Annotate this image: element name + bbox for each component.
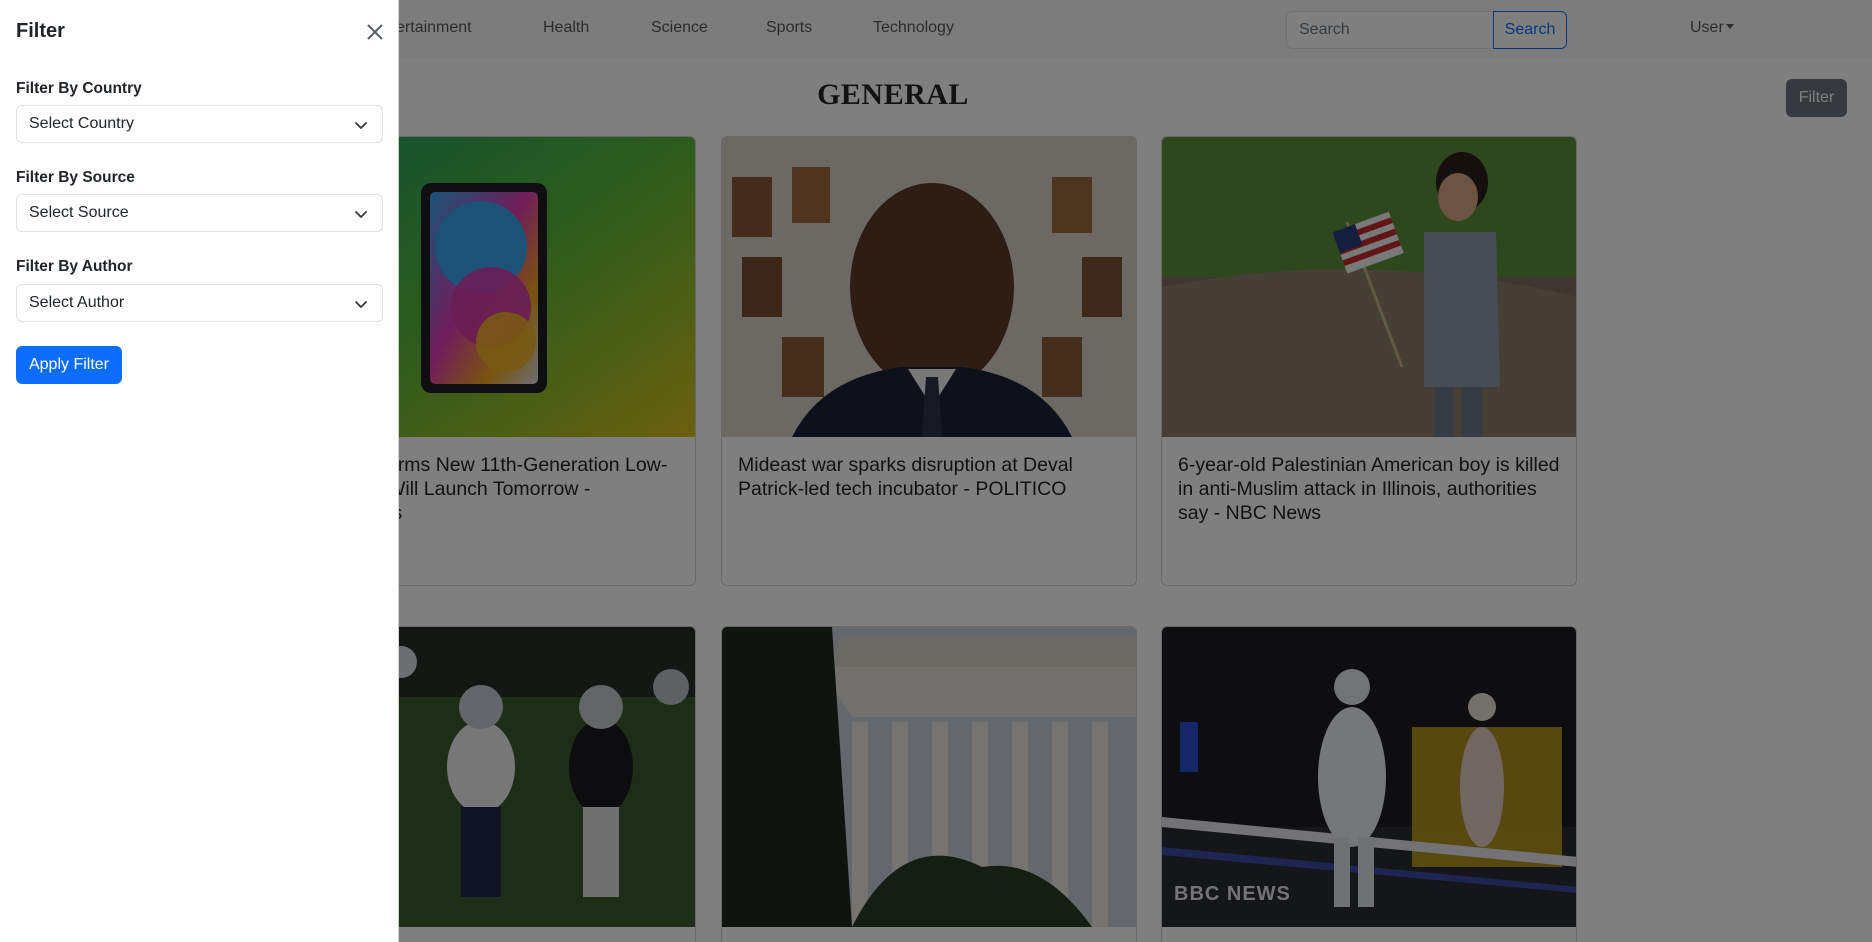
country-select-value: Select Country	[29, 115, 134, 132]
author-filter-label: Filter By Author	[16, 258, 133, 275]
source-filter-label: Filter By Source	[16, 169, 135, 186]
apply-filter-button[interactable]: Apply Filter	[16, 346, 122, 384]
filter-panel: Filter Filter By Country Select Country …	[0, 0, 399, 942]
filter-panel-title: Filter	[16, 20, 65, 42]
chevron-down-icon	[355, 122, 367, 129]
author-select[interactable]: Select Author	[16, 284, 383, 322]
source-select[interactable]: Select Source	[16, 194, 383, 232]
chevron-down-icon	[355, 301, 367, 308]
chevron-down-icon	[355, 211, 367, 218]
close-icon[interactable]	[361, 18, 389, 46]
author-select-value: Select Author	[29, 294, 125, 311]
country-filter-label: Filter By Country	[16, 80, 142, 97]
country-select[interactable]: Select Country	[16, 105, 383, 143]
source-select-value: Select Source	[29, 204, 129, 221]
